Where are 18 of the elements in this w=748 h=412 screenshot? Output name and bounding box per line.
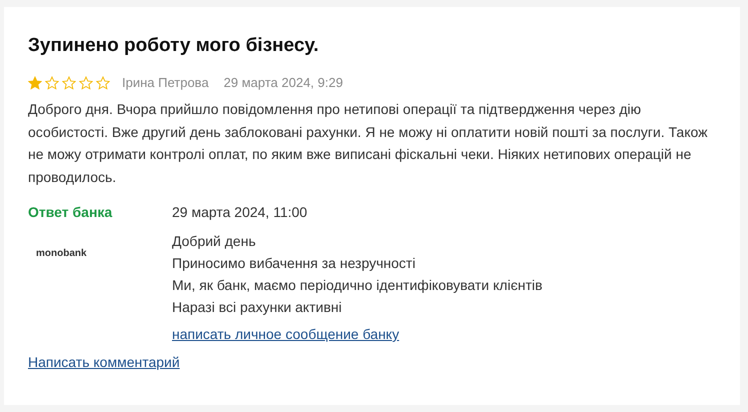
answer-text: Наразі всі рахунки активні xyxy=(172,298,343,317)
answer-text: Добрий день xyxy=(172,232,257,251)
review-title: Зупинено роботу мого бізнесу. xyxy=(28,35,320,57)
empty-star-icon xyxy=(45,76,59,90)
empty-star-icon xyxy=(62,76,76,90)
bank-logo: monobank xyxy=(36,248,87,259)
answer-text: Ми, як банк, маємо періодично ідентифіковувати клієнтів xyxy=(172,276,542,295)
answer-text: Приносимо вибачення за незручності xyxy=(172,254,416,273)
empty-star-icon xyxy=(79,76,93,90)
author-name: Ірина Петрова xyxy=(122,75,209,90)
message-link[interactable]: написать личное сообщение банку xyxy=(172,326,400,342)
review-date: 29 марта 2024, 9:29 xyxy=(224,75,343,90)
review-text: Доброго дня. Вчора прийшло повідомлення про нетипові операції та підтвердження через дію особистості. Вже другий день заблоковані рахунки. Я не можу ні оплатити новій пошті за послуги. Також не можу отримати контролі оплат, по яким вже виписані фіскальні чеки. Ніяких нетипових операцій не проводилось. xyxy=(28,100,708,187)
answer-date: 29 марта 2024, 11:00 xyxy=(172,204,308,220)
empty-star-icon xyxy=(96,76,110,90)
filled-star-icon xyxy=(28,76,42,90)
comment-link[interactable]: Написать комментарий xyxy=(28,354,180,370)
answer-label: Ответ банка xyxy=(28,204,114,220)
